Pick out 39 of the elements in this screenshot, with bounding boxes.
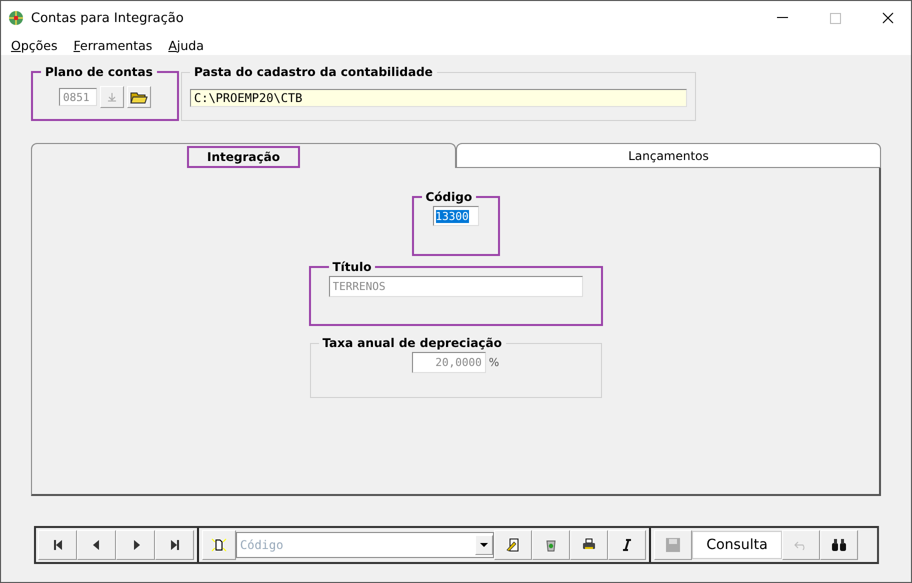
tab[interactable]: Lançamentos <box>456 143 881 168</box>
find-button[interactable] <box>820 530 858 560</box>
group-label: Taxa anual de depreciação <box>322 336 503 350</box>
edit-document-icon <box>506 538 520 552</box>
group-label: Título <box>332 260 372 274</box>
app-icon <box>8 10 24 26</box>
group-label: Plano de contas <box>44 65 154 79</box>
mode-status: Consulta <box>692 531 782 559</box>
recycle-bin-icon <box>544 538 558 552</box>
close-icon <box>882 12 894 24</box>
new-document-icon <box>211 537 227 553</box>
down-arrow-icon <box>107 92 117 102</box>
toolbar-button[interactable] <box>608 530 646 560</box>
navigation-button[interactable] <box>116 530 155 560</box>
navigation-button[interactable] <box>38 530 77 560</box>
italic-icon <box>620 538 634 552</box>
toolbar-button[interactable] <box>570 530 608 560</box>
new-record-button[interactable] <box>202 530 236 560</box>
navigation-button[interactable] <box>155 530 194 560</box>
search-combo[interactable]: Código <box>236 532 494 558</box>
navigation-button[interactable] <box>77 530 116 560</box>
percent-label: % <box>488 356 500 369</box>
group-label: Pasta do cadastro da contabilidade <box>193 65 434 79</box>
printer-icon <box>582 538 596 552</box>
folder-path-field[interactable]: C:\PROEMP20\CTB <box>190 88 687 106</box>
maximize-icon <box>830 12 840 24</box>
caret-icon <box>480 542 488 548</box>
toolbar-button[interactable] <box>494 530 532 560</box>
binoculars-icon <box>831 538 847 552</box>
group-label: Código <box>424 190 474 204</box>
folder-icon <box>130 90 148 104</box>
window-title: Contas para Integração <box>31 10 185 26</box>
menu-item[interactable]: Ferramentas <box>74 38 152 52</box>
code-field[interactable]: 13300 <box>432 206 478 226</box>
menu-item[interactable]: Opções <box>11 38 58 52</box>
tab[interactable]: Integração <box>31 143 456 168</box>
menu-item[interactable]: Ajuda <box>168 38 204 52</box>
minimize-icon <box>776 17 788 19</box>
dropdown-button[interactable] <box>475 535 493 555</box>
